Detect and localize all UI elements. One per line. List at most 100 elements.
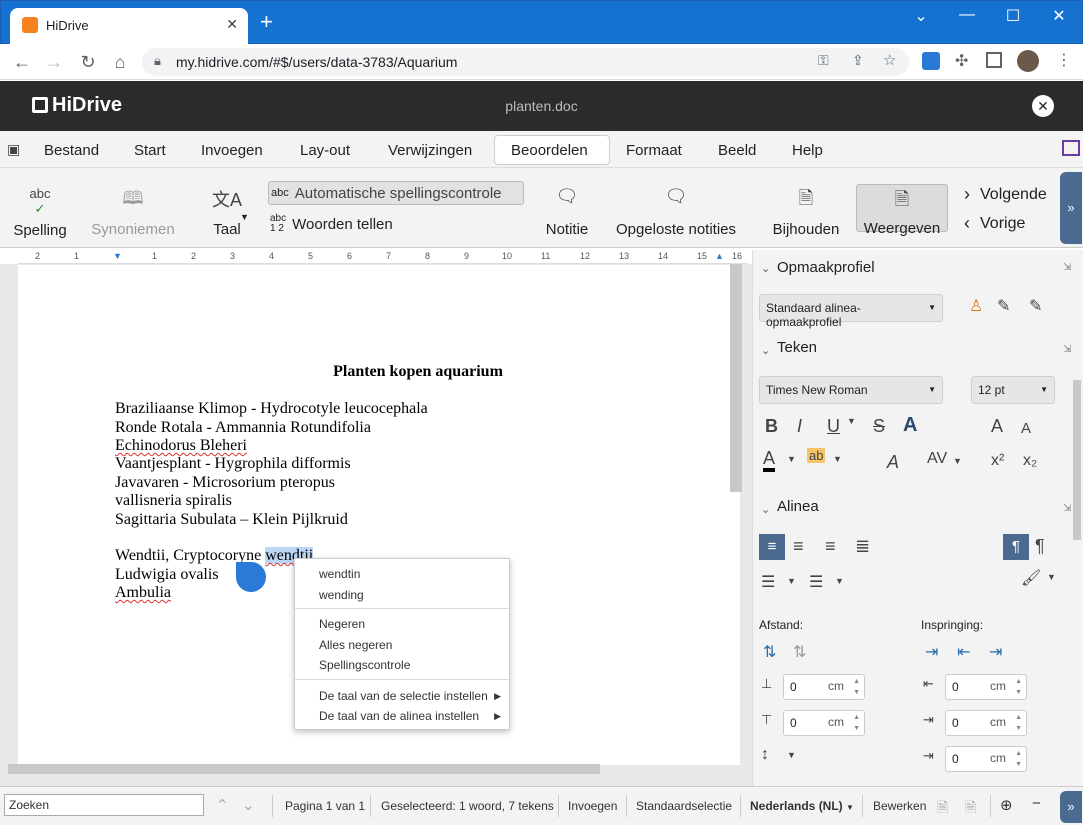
synonyms-button[interactable]: 🕮︎ Synoniemen — [88, 186, 178, 238]
chevron-down-icon[interactable]: ▼ — [787, 576, 796, 586]
font-family-select[interactable]: Times New Roman ▼ — [759, 376, 943, 404]
resolved-notes-button[interactable]: 🗨︎ Opgeloste notities — [608, 186, 744, 238]
style-section-header[interactable]: Opmaakprofiel — [777, 259, 875, 276]
font-color-icon[interactable]: A — [763, 448, 776, 472]
track-reject-icon[interactable]: 🗎︎ — [965, 797, 976, 821]
ruler[interactable]: 2 1 ▼ 1 2 3 4 5 6 7 8 9 10 11 12 13 14 1… — [18, 250, 748, 264]
chevron-down-icon[interactable]: ▼ — [1047, 572, 1056, 582]
zoom-icon[interactable]: ⊕ — [1000, 796, 1013, 814]
left-indent-stepper[interactable]: 0 cm ▲ ▼ — [945, 674, 1027, 700]
stepper-arrows-icon[interactable]: ▲ ▼ — [1015, 712, 1022, 734]
align-left-icon[interactable]: ≡ — [759, 534, 785, 560]
bold-icon[interactable]: B — [765, 416, 778, 437]
search-previous-icon[interactable]: ⌃ — [216, 796, 229, 814]
collapse-chevron-icon[interactable]: ⌄ — [761, 262, 770, 275]
menu-start[interactable]: Start — [134, 142, 166, 159]
align-right-icon[interactable]: ≡ — [825, 536, 836, 557]
chevron-down-icon[interactable]: ▼ — [787, 750, 796, 760]
bookmark-star-icon[interactable]: ☆ — [883, 51, 896, 69]
chevron-down-icon[interactable]: ▼ — [833, 454, 842, 464]
menu-bestand[interactable]: Bestand — [44, 142, 99, 159]
ignore-all-item[interactable]: Alles negeren — [319, 638, 392, 652]
close-document-icon[interactable]: ✕ — [1032, 95, 1054, 117]
menu-verwijzingen[interactable]: Verwijzingen — [388, 142, 472, 159]
indent-increase-icon[interactable]: ⇥ — [925, 642, 938, 662]
reload-icon[interactable]: ↻ — [76, 52, 100, 73]
zoom-out-icon[interactable]: − — [1032, 795, 1041, 812]
set-paragraph-language-item[interactable]: De taal van de alinea instellen — [319, 709, 479, 723]
outline-icon[interactable]: A — [903, 414, 917, 437]
ribbon-expand-icon[interactable]: » — [1060, 172, 1082, 244]
font-size-select[interactable]: 12 pt ▼ — [971, 376, 1055, 404]
language-select[interactable]: Nederlands (NL) ▼ — [750, 799, 854, 813]
more-menu-icon[interactable]: ⋮ — [1056, 50, 1072, 70]
paragraph-style-select[interactable]: Standaard alinea-opmaakprofiel ▼ — [759, 294, 943, 329]
tab-close-icon[interactable]: ✕ — [226, 16, 238, 33]
avatar[interactable] — [1017, 50, 1039, 72]
highlight-icon[interactable]: ab — [807, 448, 826, 463]
search-next-icon[interactable]: ⌄ — [242, 796, 255, 814]
maximize-button[interactable]: ☐ — [990, 6, 1036, 26]
font-section-header[interactable]: Teken — [777, 339, 817, 356]
suggestion-item[interactable]: wending — [319, 588, 364, 602]
chevron-down-icon[interactable]: ▼ — [953, 456, 962, 466]
puzzle-icon[interactable]: ✣ — [955, 51, 968, 71]
line-spacing-icon[interactable]: ↕ — [761, 746, 769, 764]
paragraph-shading-icon[interactable]: 🖌︎ — [1021, 568, 1041, 588]
horizontal-scrollbar[interactable] — [8, 764, 600, 774]
word-count-button[interactable]: abc 1 2 Woorden tellen — [268, 212, 468, 236]
bullet-list-icon[interactable]: ☰ — [761, 572, 775, 592]
paragraph-section-header[interactable]: Alinea — [777, 498, 819, 515]
share-icon[interactable]: ⇪ — [852, 52, 864, 69]
hanging-indent-icon[interactable]: ⇥ — [989, 642, 1002, 662]
next-change-button[interactable]: › Volgende — [964, 184, 1047, 205]
expand-corner-icon[interactable]: ⇲ — [1063, 503, 1071, 514]
track-changes-button[interactable]: 🗎︎ Bijhouden — [766, 186, 846, 238]
tab-search-icon[interactable]: ⌄ — [898, 6, 944, 26]
auto-spellcheck-toggle[interactable]: abc Automatische spellingscontrole — [268, 181, 524, 205]
superscript-icon[interactable]: x² — [991, 452, 1004, 470]
underline-icon[interactable]: U — [827, 416, 840, 437]
subscript-icon[interactable]: x₂ — [1023, 452, 1037, 470]
expand-corner-icon[interactable]: ⇲ — [1063, 344, 1071, 355]
chevron-down-icon[interactable]: ▼ — [835, 576, 844, 586]
language-button[interactable]: 文A Taal ▼ — [202, 186, 252, 238]
menu-beoordelen[interactable]: Beoordelen — [511, 142, 588, 159]
collapse-chevron-icon[interactable]: ⌄ — [761, 503, 770, 516]
justify-icon[interactable]: ≣ — [855, 536, 870, 557]
address-bar[interactable]: 🔒︎ my.hidrive.com/#$/users/data-3783/Aqu… — [142, 48, 909, 76]
menu-formaat[interactable]: Formaat — [626, 142, 682, 159]
insert-mode[interactable]: Invoegen — [568, 799, 617, 813]
edit-mode[interactable]: Bewerken — [873, 799, 926, 813]
indent-decrease-icon[interactable]: ⇤ — [957, 642, 970, 662]
ltr-paragraph-icon[interactable]: ¶ — [1003, 534, 1029, 560]
view-changes-button[interactable]: 🗎︎ Weergeven — [856, 184, 948, 237]
vertical-scrollbar[interactable] — [730, 264, 742, 492]
spacing-between-icon[interactable]: ⇅ — [763, 642, 776, 662]
menu-beeld[interactable]: Beeld — [718, 142, 756, 159]
spellcheck-item[interactable]: Spellingscontrole — [319, 658, 410, 672]
track-accept-icon[interactable]: 🗎︎ — [937, 797, 948, 821]
ignore-item[interactable]: Negeren — [319, 617, 365, 631]
shrink-font-icon[interactable]: A — [1021, 420, 1031, 437]
new-style-icon[interactable]: ✎ — [997, 296, 1010, 316]
chevron-down-icon[interactable]: ▼ — [847, 416, 856, 426]
clear-format-icon[interactable]: A — [887, 452, 899, 473]
stepper-arrows-icon[interactable]: ▲ ▼ — [1015, 676, 1022, 698]
spelling-button[interactable]: abc ✓ Spelling — [10, 186, 70, 239]
first-line-indent-stepper[interactable]: 0 cm ▲ ▼ — [945, 746, 1027, 772]
home-icon[interactable]: ⌂ — [108, 52, 132, 73]
browser-tab[interactable]: HiDrive ✕ — [10, 8, 248, 44]
update-style-icon[interactable]: ✎ — [1029, 296, 1042, 316]
statusbar-expand-icon[interactable]: » — [1060, 791, 1082, 823]
space-before-stepper[interactable]: 0 cm ▲ ▼ — [783, 674, 865, 700]
italic-icon[interactable]: I — [797, 416, 802, 437]
search-input[interactable]: Zoeken — [4, 794, 204, 816]
chevron-down-icon[interactable]: ▼ — [787, 454, 796, 464]
collapse-chevron-icon[interactable]: ⌄ — [761, 344, 770, 357]
set-selection-language-item[interactable]: De taal van de selectie instellen — [319, 689, 488, 703]
suggestion-item[interactable]: wendtin — [319, 567, 360, 581]
extension-icon[interactable] — [922, 52, 940, 70]
character-spacing-icon[interactable]: AV — [927, 450, 947, 468]
numbered-list-icon[interactable]: ☰ — [809, 572, 823, 592]
